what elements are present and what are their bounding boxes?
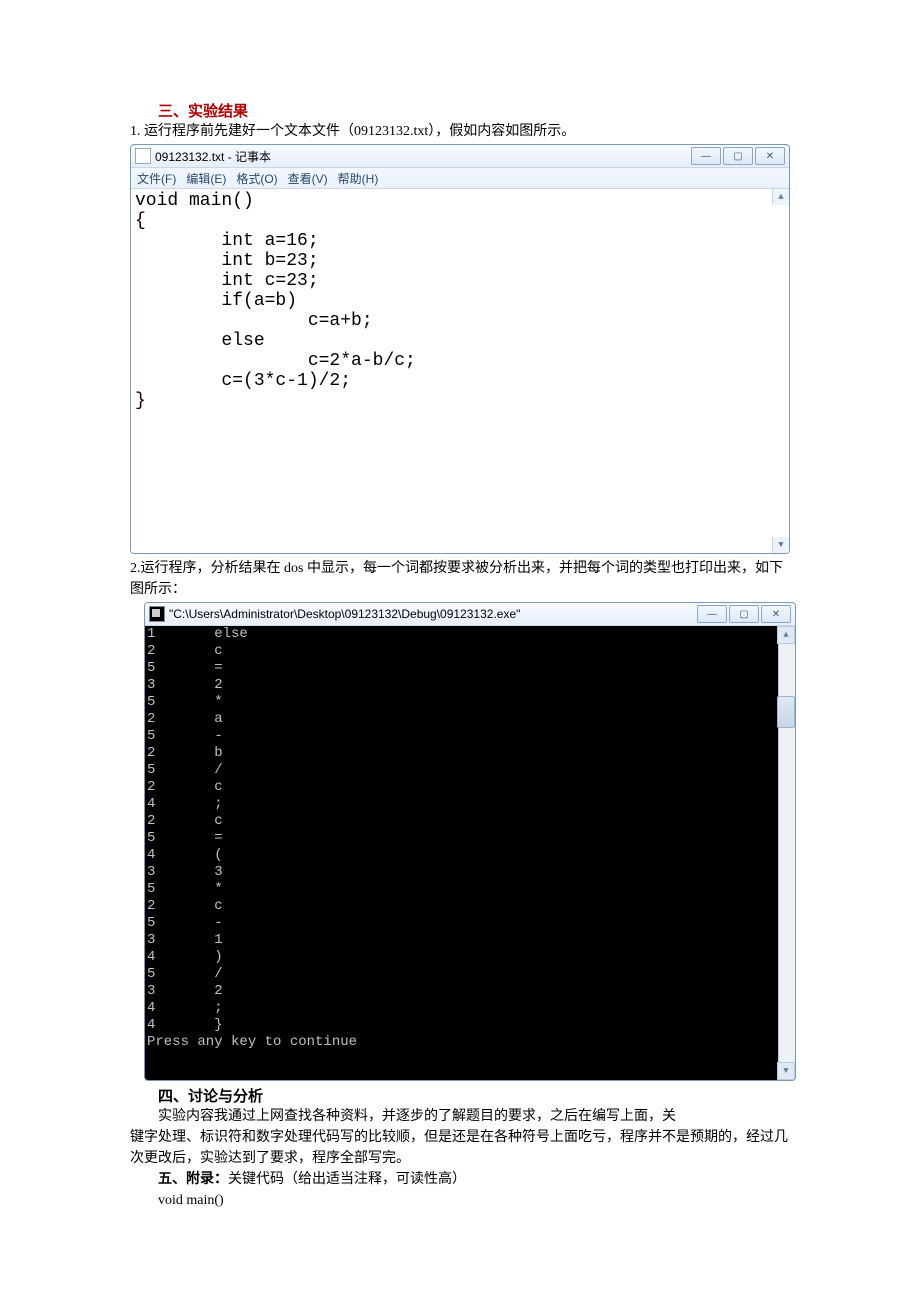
section-3-heading: 三、实验结果: [158, 100, 790, 121]
console-scrollbar[interactable]: [778, 626, 795, 1080]
notepad-title: 09123132.txt - 记事本: [155, 148, 691, 165]
console-title: "C:\Users\Administrator\Desktop\09123132…: [169, 607, 697, 621]
notepad-titlebar: 09123132.txt - 记事本 — ▢ ✕: [131, 145, 789, 168]
maximize-button[interactable]: ▢: [723, 147, 753, 165]
scroll-up-icon[interactable]: ▲: [777, 626, 795, 644]
paragraph-4b: 键字处理、标识符和数字处理代码写的比较顺，但是还是在各种符号上面吃亏，程序并不是…: [130, 1127, 790, 1169]
notepad-window: 09123132.txt - 记事本 — ▢ ✕ 文件(F) 编辑(E) 格式(…: [130, 144, 790, 554]
appendix-code-line: void main(): [130, 1190, 790, 1211]
notepad-icon: [135, 148, 151, 164]
notepad-menubar: 文件(F) 编辑(E) 格式(O) 查看(V) 帮助(H): [131, 168, 789, 189]
section-5-line: 五、附录：关键代码（给出适当注释，可读性高）: [130, 1169, 790, 1190]
paragraph-2: 2.运行程序，分析结果在 dos 中显示，每一个词都按要求被分析出来，并把每个词…: [130, 558, 790, 600]
scroll-down-icon[interactable]: ▼: [777, 1062, 795, 1080]
scroll-thumb[interactable]: [777, 696, 795, 728]
console-titlebar: "C:\Users\Administrator\Desktop\09123132…: [145, 603, 795, 626]
scroll-down-icon[interactable]: ▼: [772, 537, 789, 553]
minimize-button[interactable]: —: [697, 605, 727, 623]
menu-format[interactable]: 格式(O): [236, 170, 277, 187]
menu-view[interactable]: 查看(V): [288, 170, 328, 187]
maximize-button[interactable]: ▢: [729, 605, 759, 623]
section-5-rest: 关键代码（给出适当注释，可读性高）: [228, 1172, 466, 1187]
menu-file[interactable]: 文件(F): [137, 170, 176, 187]
close-button[interactable]: ✕: [761, 605, 791, 623]
section-4-heading: 四、讨论与分析: [158, 1085, 790, 1106]
console-icon: [149, 606, 165, 622]
paragraph-1: 1. 运行程序前先建好一个文本文件（09123132.txt），假如内容如图所示…: [130, 121, 790, 142]
console-output: 1 else 2 c 5 = 3 2 5 * 2 a 5 - 2 b 5 / 2…: [145, 626, 795, 1080]
notepad-content[interactable]: void main() { int a=16; int b=23; int c=…: [131, 189, 789, 553]
section-5-prefix: 五、附录：: [158, 1172, 228, 1187]
scroll-up-icon[interactable]: ▲: [772, 189, 789, 205]
menu-help[interactable]: 帮助(H): [338, 170, 379, 187]
console-window: "C:\Users\Administrator\Desktop\09123132…: [144, 602, 796, 1081]
paragraph-4a: 实验内容我通过上网查找各种资料，并逐步的了解题目的要求，之后在编写上面，关: [130, 1106, 790, 1127]
menu-edit[interactable]: 编辑(E): [186, 170, 226, 187]
minimize-button[interactable]: —: [691, 147, 721, 165]
close-button[interactable]: ✕: [755, 147, 785, 165]
